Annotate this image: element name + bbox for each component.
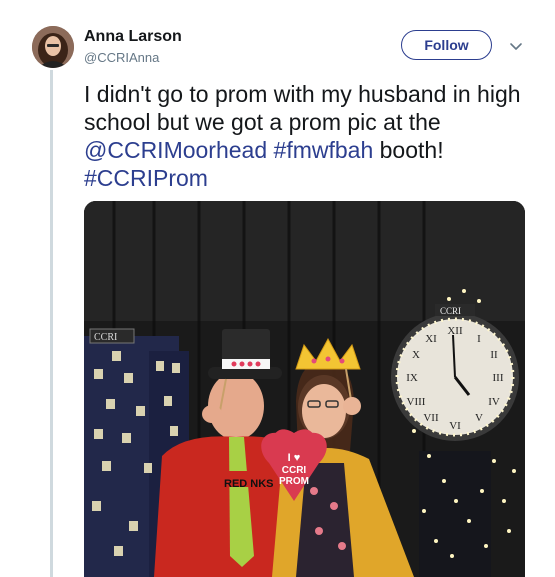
svg-text:IX: IX xyxy=(406,372,418,384)
tweet-text-part: booth! xyxy=(373,137,444,163)
svg-text:VII: VII xyxy=(423,412,439,424)
svg-text:III: III xyxy=(493,372,504,384)
prop-heart-line1: I ♥ xyxy=(288,452,301,464)
svg-text:II: II xyxy=(490,349,498,361)
prop-heart-line2: CCRI xyxy=(282,465,307,476)
sign-text: CCRI xyxy=(94,332,117,343)
avatar-image xyxy=(32,26,74,68)
hashtag-link-ccriprom[interactable]: #CCRIProm xyxy=(84,165,208,191)
svg-text:XII: XII xyxy=(447,325,463,337)
svg-text:VIII: VIII xyxy=(407,396,426,408)
chevron-down-icon[interactable] xyxy=(508,38,524,54)
avatar[interactable] xyxy=(32,26,74,68)
shirt-text: RED NKS xyxy=(224,478,274,490)
prop-heart-line3: PROM xyxy=(279,476,309,487)
svg-text:VI: VI xyxy=(449,420,461,432)
follow-button[interactable]: Follow xyxy=(401,30,492,60)
svg-text:X: X xyxy=(412,349,420,361)
tweet-photo[interactable]: CCRI CCRI XII III VI IX I II IV V VII VI… xyxy=(84,201,525,577)
svg-text:V: V xyxy=(475,412,483,424)
author-handle[interactable]: @CCRIAnna xyxy=(84,50,159,65)
svg-text:IV: IV xyxy=(488,396,500,408)
hashtag-link-fmwfbah[interactable]: #fmwfbah xyxy=(274,137,374,163)
author-name[interactable]: Anna Larson xyxy=(84,28,182,46)
thread-line xyxy=(50,70,53,577)
svg-text:I: I xyxy=(477,333,481,345)
photo-image: CCRI CCRI XII III VI IX I II IV V VII VI… xyxy=(84,201,525,577)
svg-text:XI: XI xyxy=(425,333,437,345)
clock-logo-text: CCRI xyxy=(440,306,461,316)
tweet-text-part: I didn't go to prom with my husband in h… xyxy=(84,81,521,135)
mention-link[interactable]: @CCRIMoorhead xyxy=(84,137,267,163)
tweet-text: I didn't go to prom with my husband in h… xyxy=(84,80,534,192)
